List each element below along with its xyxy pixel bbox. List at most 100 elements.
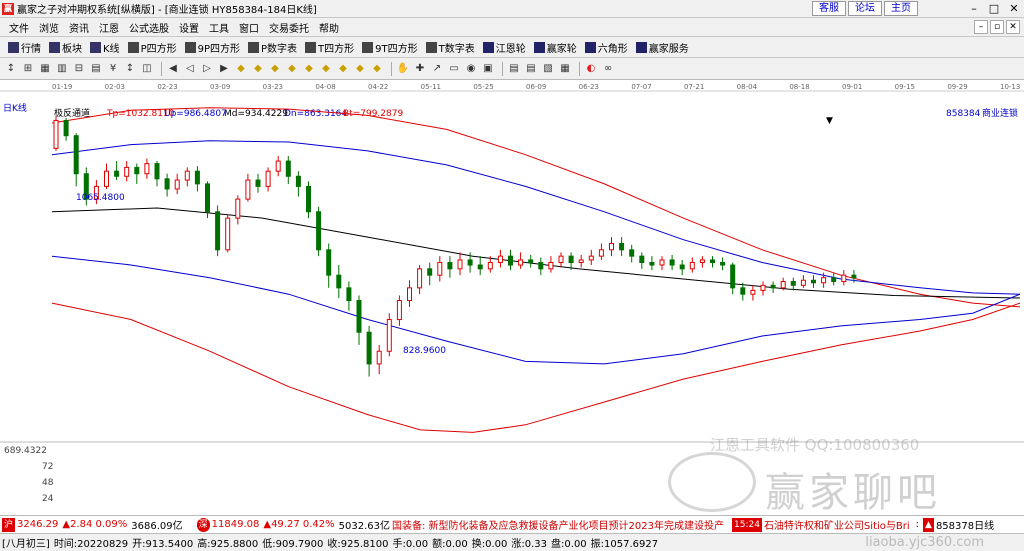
candle[interactable] xyxy=(720,257,726,271)
menu-formula[interactable]: 公式选股 xyxy=(124,20,174,35)
candle[interactable] xyxy=(134,163,140,184)
func-blocks[interactable]: 板块 xyxy=(45,40,86,55)
func-service[interactable]: 赢家服务 xyxy=(632,40,693,55)
candle[interactable] xyxy=(548,256,554,273)
candle[interactable] xyxy=(619,237,625,257)
tool-table-icon[interactable]: ▦ xyxy=(38,62,52,76)
tool-first-icon[interactable]: ◀ xyxy=(166,62,180,76)
candle[interactable] xyxy=(174,173,180,195)
sub-close-button[interactable]: ✕ xyxy=(1006,20,1020,34)
menu-gann[interactable]: 江恩 xyxy=(94,20,124,35)
func-t-square[interactable]: T四方形 xyxy=(301,40,358,55)
tool-save-icon[interactable]: ▤ xyxy=(507,62,521,76)
tool-link-icon[interactable]: ∞ xyxy=(601,62,615,76)
menu-file[interactable]: 文件 xyxy=(4,20,34,35)
tool-d9-icon[interactable]: ◆ xyxy=(370,62,384,76)
candle[interactable] xyxy=(558,252,564,268)
forum-link[interactable]: 论坛 xyxy=(848,1,882,16)
candle[interactable] xyxy=(194,166,200,192)
candle[interactable] xyxy=(790,277,796,291)
candle[interactable] xyxy=(730,262,736,295)
service-link[interactable]: 客服 xyxy=(812,1,846,16)
tool-panel-icon[interactable]: ◫ xyxy=(140,62,154,76)
candle[interactable] xyxy=(811,275,816,288)
candle[interactable] xyxy=(699,256,705,268)
candle[interactable] xyxy=(800,275,806,288)
tool-d5-icon[interactable]: ◆ xyxy=(302,62,316,76)
candle[interactable] xyxy=(831,272,837,286)
candle[interactable] xyxy=(124,161,130,182)
home-link[interactable]: 主页 xyxy=(884,1,918,16)
candle[interactable] xyxy=(427,262,433,286)
func-winner-wheel[interactable]: 赢家轮 xyxy=(530,40,581,55)
menu-help[interactable]: 帮助 xyxy=(314,20,344,35)
candle[interactable] xyxy=(659,256,665,271)
candle[interactable] xyxy=(437,256,443,282)
tool-screen-icon[interactable]: ▣ xyxy=(481,62,495,76)
candle[interactable] xyxy=(336,265,342,298)
candle[interactable] xyxy=(164,173,170,197)
candle[interactable] xyxy=(518,252,524,269)
news-ticker-2[interactable]: 石油特许权和矿业公司Sitio与Bri xyxy=(764,517,910,532)
candle[interactable] xyxy=(306,181,311,219)
tool-pie-icon[interactable]: ▧ xyxy=(541,62,555,76)
candle[interactable] xyxy=(215,205,221,257)
candle[interactable] xyxy=(528,254,534,268)
tool-minus-icon[interactable]: ⊟ xyxy=(72,62,86,76)
menu-browse[interactable]: 浏览 xyxy=(34,20,64,35)
candle[interactable] xyxy=(295,171,301,197)
tool-rect-icon[interactable]: ▭ xyxy=(447,62,461,76)
candle[interactable] xyxy=(396,295,402,326)
func-grid[interactable]: 行情 xyxy=(4,40,45,55)
tool-d1-icon[interactable]: ◆ xyxy=(234,62,248,76)
menu-news[interactable]: 资讯 xyxy=(64,20,94,35)
sub-restore-button[interactable]: ▫ xyxy=(990,20,1004,34)
candle[interactable] xyxy=(144,158,150,179)
tool-trend-icon[interactable]: ↗ xyxy=(430,62,444,76)
candle[interactable] xyxy=(386,313,392,357)
tool-bars-icon[interactable]: ▥ xyxy=(55,62,69,76)
candle[interactable] xyxy=(407,280,412,307)
chart-canvas[interactable]: 01-19 02-03 02-23 03-09 03-23 04-08 04-22 05-11… xyxy=(0,80,1024,515)
candle[interactable] xyxy=(750,285,756,301)
candle[interactable] xyxy=(477,256,483,276)
tool-list-icon[interactable]: ▤ xyxy=(89,62,103,76)
menu-window[interactable]: 窗口 xyxy=(234,20,264,35)
candle[interactable] xyxy=(235,195,241,225)
candle[interactable] xyxy=(639,252,645,269)
kline-chart[interactable]: 01-19 02-03 02-23 03-09 03-23 04-08 04-22 05-11… xyxy=(0,80,1024,516)
candle[interactable] xyxy=(275,155,281,177)
candle[interactable] xyxy=(497,249,503,268)
func-9t-square[interactable]: 9T四方形 xyxy=(358,40,421,55)
tool-calc-icon[interactable]: ▦ xyxy=(558,62,572,76)
tool-circle-icon[interactable]: ◉ xyxy=(464,62,478,76)
tool-last-icon[interactable]: ▶ xyxy=(217,62,231,76)
candle[interactable] xyxy=(457,252,463,276)
func-9p-square[interactable]: 9P四方形 xyxy=(181,40,244,55)
candle[interactable] xyxy=(447,256,453,278)
candle[interactable] xyxy=(265,167,271,192)
tool-scale-icon[interactable]: ↕ xyxy=(123,62,137,76)
candle[interactable] xyxy=(578,254,584,268)
tool-d7-icon[interactable]: ◆ xyxy=(336,62,350,76)
tool-hand-icon[interactable]: ✋ xyxy=(396,62,410,76)
menu-settings[interactable]: 设置 xyxy=(174,20,204,35)
candle[interactable] xyxy=(508,249,513,271)
sz-index[interactable]: 11849.08 xyxy=(212,519,260,530)
maximize-button[interactable]: □ xyxy=(984,0,1004,17)
candle[interactable] xyxy=(629,244,635,263)
candle[interactable] xyxy=(417,265,423,295)
func-p-square[interactable]: P四方形 xyxy=(124,40,181,55)
candle[interactable] xyxy=(245,173,251,202)
candle[interactable] xyxy=(225,214,231,253)
news-ticker-1[interactable]: 国装备: 新型防化装备及应急救援设备产业化项目预计2023年完成建设投产 xyxy=(392,517,724,532)
close-button[interactable]: ✕ xyxy=(1004,0,1024,17)
candle[interactable] xyxy=(609,237,614,257)
candle[interactable] xyxy=(346,281,352,311)
candle[interactable] xyxy=(285,155,291,184)
right-code[interactable]: 858378日线 xyxy=(936,517,994,532)
tool-next-icon[interactable]: ▷ xyxy=(200,62,214,76)
candle[interactable] xyxy=(366,325,372,377)
sh-index[interactable]: 3246.29 xyxy=(17,519,58,530)
minimize-button[interactable]: – xyxy=(964,0,984,17)
